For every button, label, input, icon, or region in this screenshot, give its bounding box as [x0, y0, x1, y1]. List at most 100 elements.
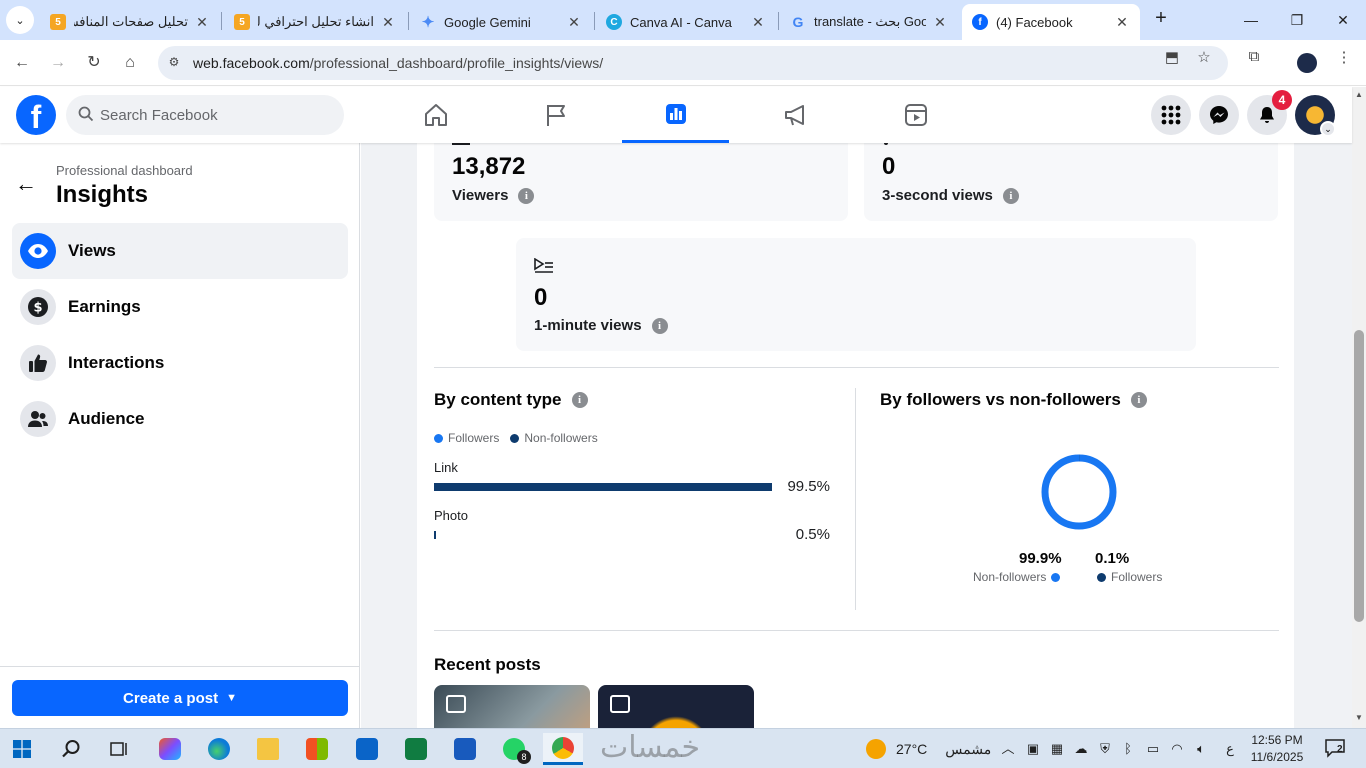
recent-post-thumbnail-1[interactable]: [434, 685, 590, 728]
recent-post-thumbnail-2[interactable]: [598, 685, 754, 728]
temperature: 27°C: [896, 741, 928, 757]
tray-bluetooth-icon[interactable]: ᛒ: [1120, 729, 1136, 768]
menu-grid-button[interactable]: [1151, 95, 1191, 135]
tab-separator: [221, 12, 222, 30]
info-icon[interactable]: i: [518, 187, 535, 204]
home-icon[interactable]: ⌂: [118, 51, 142, 75]
tray-shield-icon[interactable]: ⛨: [1096, 729, 1114, 768]
tray-network-app-icon[interactable]: ▦: [1048, 729, 1066, 768]
messenger-button[interactable]: [1199, 95, 1239, 135]
extensions-puzzle-icon[interactable]: ⧉: [1244, 48, 1264, 66]
browser-tab-3[interactable]: ✦ Google Gemini ✕: [410, 4, 592, 40]
info-icon[interactable]: i: [1002, 187, 1019, 204]
tab-separator: [594, 12, 595, 30]
browser-tab-4[interactable]: C Canva AI - Canva ✕: [596, 4, 776, 40]
canva-logo-icon: C: [606, 14, 622, 30]
close-window-icon[interactable]: ✕: [1320, 6, 1366, 34]
bookmark-star-icon[interactable]: ☆: [1194, 48, 1214, 66]
tab-search-chevron-icon[interactable]: ⌄: [6, 6, 34, 34]
gemini-sparkle-icon: ✦: [421, 14, 435, 31]
breadcrumb[interactable]: Professional dashboard: [56, 163, 193, 178]
url-path: /professional_dashboard/profile_insights…: [309, 55, 604, 71]
tab-title: (4) Facebook: [996, 14, 1073, 30]
nav-home-tab[interactable]: [382, 87, 489, 143]
khamsat-watermark: خمسات: [600, 730, 701, 765]
forward-arrow-icon[interactable]: →: [46, 51, 70, 75]
browser-tab-5[interactable]: G translate - بحث Google ✕: [780, 4, 958, 40]
tray-volume-icon[interactable]: 🔈︎: [1192, 729, 1210, 768]
browser-menu-icon[interactable]: ⋮: [1334, 48, 1354, 66]
info-icon[interactable]: i: [1130, 392, 1147, 408]
new-tab-plus-icon[interactable]: +: [1150, 8, 1172, 30]
browser-tab-1[interactable]: 5 تحليل صفحات المنافسة ✕: [40, 4, 220, 40]
browser-tab-6-active[interactable]: f (4) Facebook ✕: [962, 4, 1140, 40]
restore-icon[interactable]: ❐: [1274, 6, 1320, 34]
sidebar-item-interactions[interactable]: Interactions: [12, 335, 348, 391]
tab-close-icon[interactable]: ✕: [1114, 14, 1130, 31]
sidebar-item-views[interactable]: Views: [12, 223, 348, 279]
excel-icon[interactable]: [396, 733, 436, 765]
info-icon[interactable]: i: [651, 317, 668, 334]
tab-close-icon[interactable]: ✕: [932, 14, 948, 31]
nav-pages-tab[interactable]: [502, 87, 609, 143]
edge-icon[interactable]: [199, 733, 239, 765]
tab-close-icon[interactable]: ✕: [194, 14, 210, 31]
notification-center-icon[interactable]: 2: [1324, 738, 1346, 758]
create-post-button[interactable]: Create a post ▼: [12, 680, 348, 716]
chrome-icon[interactable]: [543, 733, 583, 765]
outlook-icon[interactable]: [347, 733, 387, 765]
followers-pct: 0.1%: [1095, 550, 1130, 567]
scroll-down-icon[interactable]: ▼: [1355, 713, 1363, 722]
tray-meet-icon[interactable]: ▣: [1024, 729, 1042, 768]
followers-dot: [1097, 572, 1106, 582]
search-input[interactable]: [100, 95, 330, 135]
tray-battery-icon[interactable]: ▭: [1144, 729, 1162, 768]
word-icon[interactable]: [445, 733, 485, 765]
copilot-icon[interactable]: [150, 733, 190, 765]
input-language[interactable]: ع: [1222, 729, 1238, 768]
search-icon[interactable]: [51, 733, 91, 765]
google-logo-icon: G: [792, 14, 804, 30]
bar-track-link: [434, 483, 774, 491]
facebook-logo-icon[interactable]: f: [16, 95, 56, 135]
nav-insights-tab[interactable]: [622, 87, 729, 143]
scroll-up-icon[interactable]: ▲: [1355, 90, 1363, 99]
microsoft-store-icon[interactable]: [297, 733, 337, 765]
nav-reels-tab[interactable]: [862, 87, 969, 143]
tray-wifi-icon[interactable]: ◠: [1168, 729, 1186, 768]
minimize-icon[interactable]: —: [1228, 6, 1274, 34]
site-info-icon[interactable]: ⚙: [166, 55, 182, 71]
page-scrollbar[interactable]: ▲ ▼: [1352, 87, 1366, 728]
tray-chevron-up-icon[interactable]: ︿: [1000, 729, 1016, 768]
taskbar-clock[interactable]: 12:56 PM 11/6/2025: [1248, 732, 1306, 766]
install-app-icon[interactable]: ⬒: [1162, 48, 1182, 66]
back-arrow-icon[interactable]: ←: [12, 171, 40, 199]
bar-track-photo: [434, 531, 774, 539]
sidebar-item-earnings[interactable]: $ Earnings: [12, 279, 348, 335]
weather-widget[interactable]: 27°C مشمس: [866, 729, 991, 768]
scrollbar-thumb[interactable]: [1354, 330, 1364, 622]
profile-avatar-icon[interactable]: [1297, 53, 1317, 73]
sidebar-item-label: Interactions: [68, 353, 165, 372]
dollar-icon: $: [20, 289, 56, 325]
browser-tab-2[interactable]: 5 انشاء تحليل احترافي لـ ✕: [224, 4, 406, 40]
tab-close-icon[interactable]: ✕: [750, 14, 766, 31]
whatsapp-icon[interactable]: 8: [494, 733, 534, 765]
chevron-down-icon[interactable]: ⌄: [1320, 121, 1336, 137]
tab-title: Google Gemini: [444, 14, 531, 30]
file-explorer-icon[interactable]: [248, 733, 288, 765]
tab-close-icon[interactable]: ✕: [566, 14, 582, 31]
insights-main: 13,872 Viewers i 0 3-second views i 0 1-…: [361, 143, 1352, 728]
nav-ads-tab[interactable]: [742, 87, 849, 143]
address-bar[interactable]: ⚙ web.facebook.com/professional_dashboar…: [158, 46, 1228, 80]
svg-text:$: $: [33, 301, 42, 316]
task-view-icon[interactable]: [99, 733, 139, 765]
three-second-label-text: 3-second views: [882, 187, 993, 204]
sidebar-item-audience[interactable]: Audience: [12, 391, 348, 447]
reload-icon[interactable]: ↻: [82, 51, 106, 75]
info-icon[interactable]: i: [571, 392, 588, 408]
start-windows-icon[interactable]: [2, 733, 42, 765]
tray-onedrive-icon[interactable]: ☁: [1072, 729, 1090, 768]
back-arrow-icon[interactable]: ←: [10, 51, 34, 75]
tab-close-icon[interactable]: ✕: [380, 14, 396, 31]
